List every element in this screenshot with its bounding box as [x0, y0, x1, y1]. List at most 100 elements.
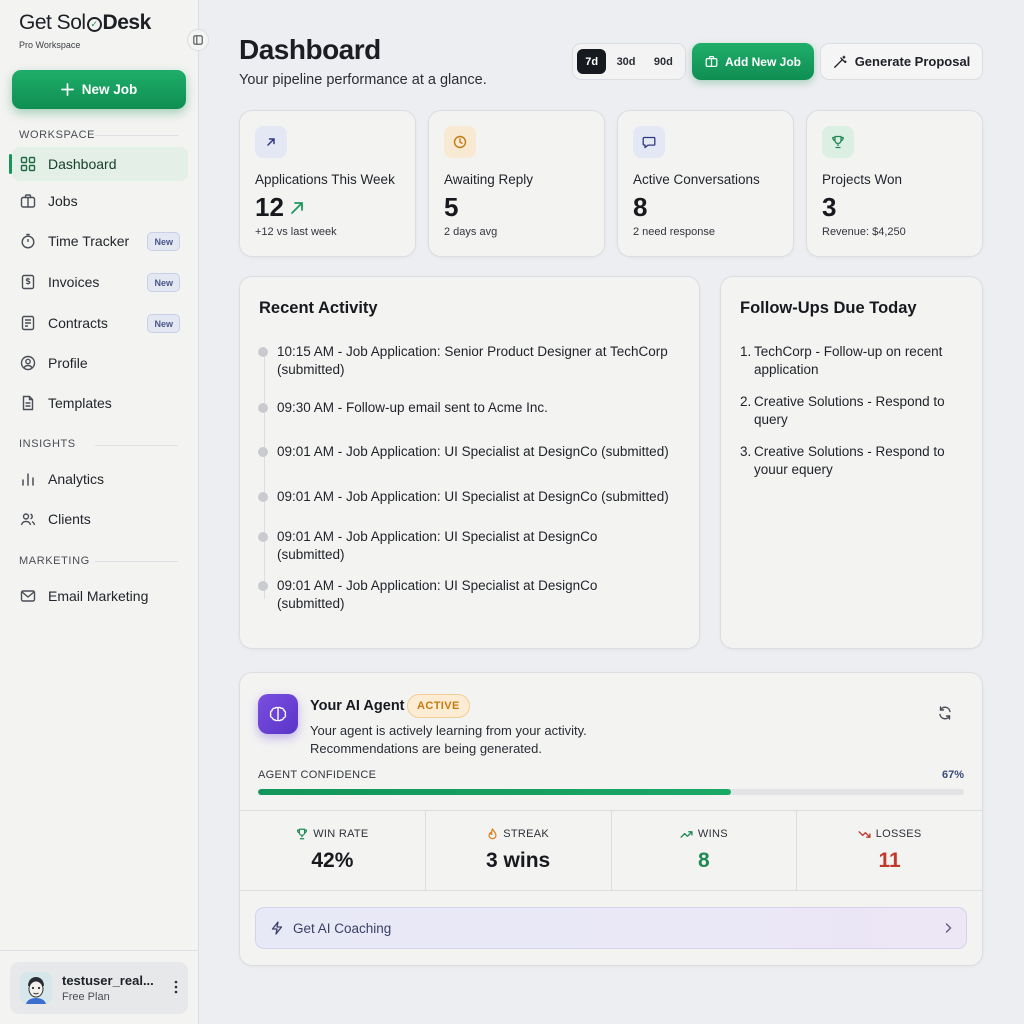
sidebar-item-profile[interactable]: Profile: [12, 346, 188, 380]
confidence-percent: 67%: [941, 769, 964, 781]
trend-up-icon: [680, 830, 693, 838]
activity-text: 10:15 AM - Job Application: Senior Produ…: [277, 344, 668, 377]
more-options-icon[interactable]: [174, 979, 178, 995]
activity-text: 09:01 AM - Job Application: UI Specialis…: [277, 489, 669, 504]
range-90d-button[interactable]: 90d: [646, 49, 681, 74]
stat-label: Awaiting Reply: [444, 172, 534, 187]
sidebar-item-templates[interactable]: Templates: [12, 386, 188, 420]
follow-up-text: TechCorp - Follow-up on recent applicati…: [754, 344, 943, 377]
stat-card-active-conversations[interactable]: Active Conversations 8 2 need response: [617, 110, 794, 257]
sidebar-item-invoices[interactable]: Invoices New: [12, 265, 188, 299]
activity-item[interactable]: 09:30 AM - Follow-up email sent to Acme …: [258, 399, 678, 417]
stat-icon-wrap: [822, 126, 854, 158]
brain-icon: [269, 706, 287, 722]
metric-wins: WINS 8: [612, 811, 798, 890]
sidebar-item-label: Analytics: [48, 471, 105, 487]
refresh-icon[interactable]: [937, 705, 953, 721]
metric-win-rate: WIN RATE 42%: [240, 811, 426, 890]
section-divider: [95, 135, 178, 136]
flame-icon: [488, 828, 497, 840]
sidebar-collapse-button[interactable]: [187, 29, 209, 51]
get-ai-coaching-button[interactable]: Get AI Coaching: [255, 907, 967, 949]
follow-up-item[interactable]: 3. Creative Solutions - Respond to youur…: [740, 443, 962, 479]
stat-value: 3: [822, 192, 837, 222]
stat-value: 8: [633, 192, 648, 222]
sidebar-item-analytics[interactable]: Analytics: [12, 462, 188, 496]
clock-icon: [453, 135, 467, 149]
stat-card-awaiting-reply[interactable]: Awaiting Reply 5 2 days avg: [428, 110, 605, 257]
sidebar-item-label: Clients: [48, 511, 91, 527]
new-job-button[interactable]: New Job: [12, 70, 186, 109]
stat-card-applications[interactable]: Applications This Week 12 +12 vs last we…: [239, 110, 416, 257]
plus-icon: [60, 83, 74, 96]
arrow-up-right-icon: [267, 138, 275, 146]
grid-icon: [20, 156, 36, 172]
range-30d-button[interactable]: 30d: [608, 49, 643, 74]
metric-label: WINS: [612, 828, 797, 840]
metric-losses: LOSSES 11: [797, 811, 982, 890]
user-name: testuser_real...: [62, 973, 154, 988]
brand-name-prefix: Get Sol: [19, 11, 86, 34]
invoice-icon: [21, 274, 35, 290]
mail-icon: [20, 590, 36, 602]
metric-streak: STREAK 3 wins: [426, 811, 612, 890]
briefcase-icon: [20, 194, 36, 208]
sidebar-item-dashboard[interactable]: Dashboard: [9, 147, 188, 181]
user-plan: Free Plan: [62, 991, 110, 1003]
stat-note: Revenue: $4,250: [822, 226, 906, 238]
stat-value-number: 12: [255, 192, 284, 222]
sidebar-item-jobs[interactable]: Jobs: [12, 184, 188, 218]
brand-check-icon: ✓: [86, 17, 102, 32]
section-divider: [95, 561, 178, 562]
section-divider: [95, 445, 178, 446]
activity-text: 09:01 AM - Job Application: UI Specialis…: [277, 578, 598, 611]
activity-item[interactable]: 09:01 AM - Job Application: UI Specialis…: [258, 443, 678, 461]
add-new-job-button[interactable]: Add New Job: [692, 43, 814, 80]
new-badge: New: [147, 273, 180, 292]
new-job-label: New Job: [81, 82, 138, 97]
sidebar-item-email-marketing[interactable]: Email Marketing: [12, 579, 188, 613]
stat-note: +12 vs last week: [255, 226, 337, 238]
user-circle-icon: [20, 355, 36, 371]
stat-card-projects-won[interactable]: Projects Won 3 Revenue: $4,250: [806, 110, 983, 257]
chat-icon: [642, 136, 656, 149]
stat-label: Active Conversations: [633, 172, 760, 187]
activity-item[interactable]: 09:01 AM - Job Application: UI Specialis…: [258, 488, 678, 506]
range-7d-button[interactable]: 7d: [577, 49, 607, 74]
sidebar-item-clients[interactable]: Clients: [12, 502, 188, 536]
activity-text: 09:01 AM - Job Application: UI Specialis…: [277, 529, 598, 562]
stat-value: 5: [444, 192, 459, 222]
agent-description: Your agent is actively learning from you…: [310, 722, 650, 758]
sidebar-item-label: Profile: [48, 355, 88, 371]
generate-proposal-button[interactable]: Generate Proposal: [820, 43, 983, 80]
activity-item[interactable]: 09:01 AM - Job Application: UI Specialis…: [258, 528, 618, 564]
date-range-toggle: 7d 30d 90d: [572, 43, 686, 80]
follow-up-item[interactable]: 2. Creative Solutions - Respond to query: [740, 393, 962, 429]
lightning-icon: [271, 921, 283, 935]
sidebar-item-contracts[interactable]: Contracts New: [12, 306, 188, 340]
section-marketing: MARKETING: [19, 555, 90, 567]
coaching-label: Get AI Coaching: [293, 920, 392, 936]
sidebar-toggle-icon: [193, 35, 203, 45]
stat-note: 2 days avg: [444, 226, 498, 238]
sidebar-item-label: Time Tracker: [48, 233, 130, 249]
metric-label-text: STREAK: [503, 828, 550, 840]
page-subtitle: Your pipeline performance at a glance.: [239, 72, 487, 88]
user-card[interactable]: testuser_real... Free Plan: [10, 962, 188, 1014]
timeline-dot: [258, 492, 268, 502]
chevron-right-icon: [945, 923, 952, 933]
metric-label-text: WINS: [697, 828, 728, 840]
card-title: Follow-Ups Due Today: [740, 299, 917, 317]
sidebar-item-time-tracker[interactable]: Time Tracker New: [12, 224, 188, 258]
follow-up-item[interactable]: 1. TechCorp - Follow-up on recent applic…: [740, 343, 962, 379]
metric-label-text: WIN RATE: [313, 828, 369, 840]
section-insights: INSIGHTS: [19, 438, 76, 450]
activity-text: 09:30 AM - Follow-up email sent to Acme …: [277, 400, 548, 415]
activity-item[interactable]: 10:15 AM - Job Application: Senior Produ…: [258, 343, 678, 379]
list-number: 1.: [740, 344, 752, 359]
brand-logo[interactable]: Get Sol ✓ Desk: [19, 11, 151, 35]
page-title: Dashboard: [239, 34, 381, 65]
activity-item[interactable]: 09:01 AM - Job Application: UI Specialis…: [258, 577, 618, 613]
sidebar-item-label: Templates: [48, 395, 112, 411]
footer-divider: [0, 950, 199, 951]
